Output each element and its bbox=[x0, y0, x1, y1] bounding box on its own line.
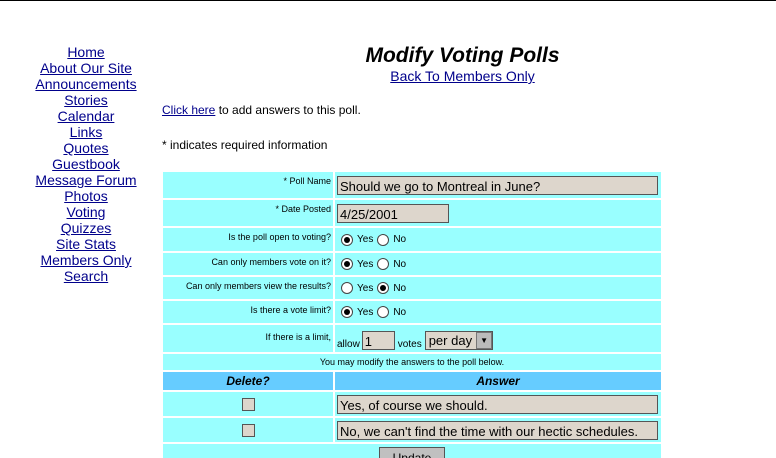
add-answers-line: Click here to add answers to this poll. bbox=[162, 103, 361, 117]
vote-limit-yes-radio[interactable] bbox=[341, 306, 353, 318]
members-view-label: Can only members view the results? bbox=[163, 277, 335, 299]
required-note: * indicates required information bbox=[162, 138, 328, 152]
answer-row: No, we can't find the time with our hect… bbox=[163, 418, 661, 444]
members-view-no-label: No bbox=[393, 282, 407, 294]
answer-column-header: Answer bbox=[476, 374, 520, 388]
answer-2-input[interactable]: No, we can't find the time with our hect… bbox=[337, 420, 658, 440]
nav-about[interactable]: About Our Site bbox=[28, 60, 144, 76]
members-vote-label: Can only members vote on it? bbox=[163, 253, 335, 275]
nav-quizzes[interactable]: Quizzes bbox=[28, 220, 144, 236]
open-no-label: No bbox=[393, 234, 407, 245]
vote-limit-no-label: No bbox=[393, 306, 407, 318]
limit-amount-label: If there is a limit, bbox=[163, 325, 335, 352]
open-yes-label: Yes bbox=[357, 234, 374, 245]
open-yes-radio[interactable] bbox=[341, 233, 353, 246]
members-view-yes-radio[interactable] bbox=[341, 282, 353, 294]
delete-answer-2-checkbox[interactable] bbox=[241, 423, 255, 437]
period-select[interactable]: per day ▼ bbox=[424, 331, 494, 350]
date-row: * Date Posted 4/25/2001 bbox=[163, 200, 661, 228]
open-row: Is the poll open to voting? Yes No bbox=[163, 228, 661, 253]
members-vote-yes-label: Yes bbox=[357, 258, 374, 270]
vote-limit-yes-label: Yes bbox=[357, 306, 374, 318]
members-view-no-radio[interactable] bbox=[377, 282, 390, 294]
votes-text: votes bbox=[397, 339, 422, 350]
open-label: Is the poll open to voting? bbox=[163, 228, 335, 251]
date-label: * Date Posted bbox=[163, 200, 335, 226]
period-select-value: per day bbox=[428, 333, 473, 348]
dropdown-arrow-icon[interactable]: ▼ bbox=[476, 332, 493, 349]
nav-message-forum[interactable]: Message Forum bbox=[28, 172, 144, 188]
top-border bbox=[0, 0, 776, 1]
nav-stories[interactable]: Stories bbox=[28, 92, 144, 108]
nav-guestbook[interactable]: Guestbook bbox=[28, 156, 144, 172]
add-answers-link[interactable]: Click here bbox=[162, 103, 215, 117]
members-vote-no-radio[interactable] bbox=[377, 258, 390, 270]
nav-voting[interactable]: Voting bbox=[28, 204, 144, 220]
members-vote-no-label: No bbox=[393, 258, 407, 270]
update-row: Update bbox=[163, 444, 661, 458]
members-vote-row: Can only members vote on it? Yes No bbox=[163, 253, 661, 277]
poll-name-input[interactable]: Should we go to Montreal in June? bbox=[337, 175, 658, 195]
allow-count-input[interactable]: 1 bbox=[361, 331, 395, 350]
nav-search[interactable]: Search bbox=[28, 268, 144, 284]
modify-answers-note: You may modify the answers to the poll b… bbox=[163, 354, 661, 372]
nav-photos[interactable]: Photos bbox=[28, 188, 144, 204]
answer-1-input[interactable]: Yes, of course we should. bbox=[337, 394, 658, 414]
limit-amount-row: If there is a limit, allow 1 votes per d… bbox=[163, 325, 661, 354]
poll-name-row: * Poll Name Should we go to Montreal in … bbox=[163, 172, 661, 200]
vote-limit-row: Is there a vote limit? Yes No bbox=[163, 301, 661, 325]
members-view-row: Can only members view the results? Yes N… bbox=[163, 277, 661, 301]
date-input[interactable]: 4/25/2001 bbox=[337, 203, 449, 223]
add-answers-text: to add answers to this poll. bbox=[215, 103, 361, 117]
members-view-yes-label: Yes bbox=[357, 282, 374, 294]
page-title: Modify Voting Polls bbox=[365, 44, 560, 67]
delete-answer-1-checkbox[interactable] bbox=[241, 397, 255, 411]
answers-header: Delete? Answer bbox=[163, 372, 661, 392]
open-no-radio[interactable] bbox=[377, 233, 390, 246]
back-to-members-link[interactable]: Back To Members Only bbox=[310, 68, 615, 84]
sidebar-nav: Home About Our Site Announcements Storie… bbox=[28, 44, 144, 284]
vote-limit-label: Is there a vote limit? bbox=[163, 301, 335, 323]
members-vote-yes-radio[interactable] bbox=[341, 258, 353, 270]
nav-links[interactable]: Links bbox=[28, 124, 144, 140]
nav-site-stats[interactable]: Site Stats bbox=[28, 236, 144, 252]
answer-row: Yes, of course we should. bbox=[163, 392, 661, 418]
update-button[interactable]: Update bbox=[379, 447, 445, 458]
poll-name-label: * Poll Name bbox=[163, 172, 335, 198]
nav-calendar[interactable]: Calendar bbox=[28, 108, 144, 124]
nav-home[interactable]: Home bbox=[28, 44, 144, 60]
nav-quotes[interactable]: Quotes bbox=[28, 140, 144, 156]
poll-form: * Poll Name Should we go to Montreal in … bbox=[163, 172, 661, 458]
delete-column-header: Delete? bbox=[163, 372, 335, 390]
vote-limit-no-radio[interactable] bbox=[377, 306, 390, 318]
nav-members-only[interactable]: Members Only bbox=[28, 252, 144, 268]
nav-announcements[interactable]: Announcements bbox=[28, 76, 144, 92]
allow-text: allow bbox=[337, 339, 360, 350]
